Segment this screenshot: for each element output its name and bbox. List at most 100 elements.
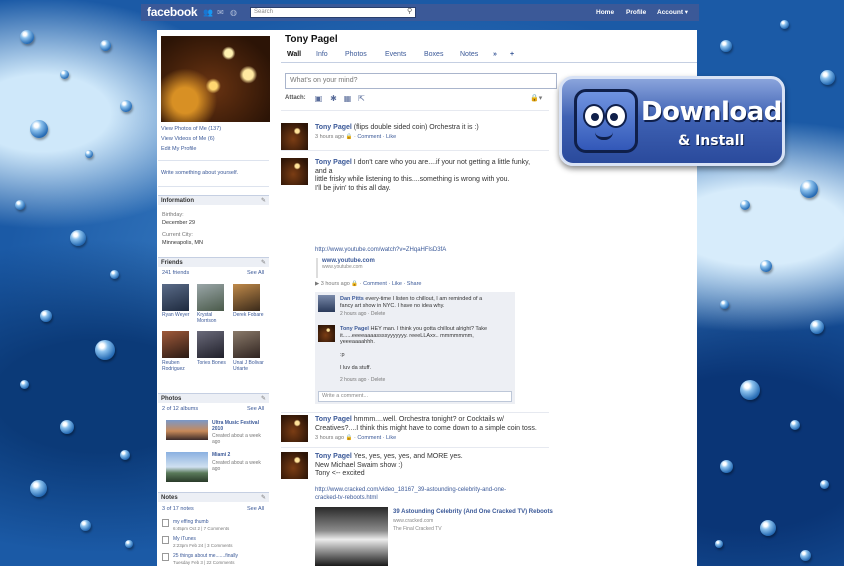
post-avatar[interactable] xyxy=(281,123,308,150)
edit-pencil-icon[interactable]: ✎ xyxy=(261,394,266,404)
post-actions[interactable]: Comment · Like · Share xyxy=(363,281,421,287)
notes-heading: Notes ✎ xyxy=(158,492,269,502)
account-menu[interactable]: Account ▾ xyxy=(657,4,688,21)
edit-profile-link[interactable]: Edit My Profile xyxy=(161,146,196,152)
post-url-link[interactable]: http://www.youtube.com/watch?v=ZHqaHFlsD… xyxy=(315,246,446,255)
divider xyxy=(158,186,269,187)
tab-photos[interactable]: Photos xyxy=(345,51,367,58)
edit-pencil-icon[interactable]: ✎ xyxy=(261,493,266,503)
home-link[interactable]: Home xyxy=(596,4,614,21)
tab-notes[interactable]: Notes xyxy=(460,51,478,58)
photos-count[interactable]: 2 of 12 albums xyxy=(162,406,198,412)
friend-photo[interactable] xyxy=(162,331,189,358)
note-title[interactable]: 25 things about me.......finally xyxy=(173,553,263,559)
attach-photo-icon[interactable]: ▣ xyxy=(314,94,323,103)
friend-photo[interactable] xyxy=(233,284,260,311)
post-url-line[interactable]: http://www.cracked.com/video_18167_39-as… xyxy=(315,487,506,493)
messages-icon[interactable]: ✉ xyxy=(216,8,225,17)
friend-photo[interactable] xyxy=(197,331,224,358)
tab-add[interactable]: + xyxy=(510,51,514,58)
information-heading: Information ✎ xyxy=(158,195,269,205)
download-install-button[interactable]: Download & Install xyxy=(559,76,785,166)
comment-meta[interactable]: 2 hours ago · Delete xyxy=(340,311,385,317)
water-drop xyxy=(85,150,93,158)
profile-picture[interactable] xyxy=(161,36,270,122)
comment-text: it......eeeeaaaassssyyyyyyy. reeeLLAxx..… xyxy=(340,332,474,339)
album-title[interactable]: Miami 2 xyxy=(212,452,262,458)
tab-wall[interactable]: Wall xyxy=(287,51,301,58)
post-time[interactable]: 3 hours ago xyxy=(315,435,344,441)
album-cover[interactable] xyxy=(166,452,208,482)
post-time[interactable]: 3 hours ago xyxy=(321,281,350,287)
post-text: little frisky while listening to this...… xyxy=(315,176,510,183)
friend-photo[interactable] xyxy=(162,284,189,311)
post-url-link[interactable]: http://www.cracked.com/video_18167_39-as… xyxy=(315,487,555,502)
attach-link-icon[interactable]: ⇱ xyxy=(357,94,366,103)
tab-info[interactable]: Info xyxy=(316,51,328,58)
link-preview-title[interactable]: 39 Astounding Celebrity (And One Cracked… xyxy=(393,508,573,517)
post-url-line[interactable]: cracked-tv-reboots.html xyxy=(315,495,378,501)
post-avatar[interactable] xyxy=(281,415,308,442)
comment-avatar[interactable] xyxy=(318,325,335,342)
water-drop xyxy=(110,270,119,279)
friend-name[interactable]: Derek Fobare xyxy=(233,312,265,318)
friend-name[interactable]: Unai J Bolivar Uriarte xyxy=(233,360,265,372)
edit-pencil-icon[interactable]: ✎ xyxy=(261,258,266,268)
note-title[interactable]: My iTunes xyxy=(173,536,263,542)
view-videos-link[interactable]: View Videos of Me (6) xyxy=(161,136,215,142)
post-author[interactable]: Tony Pagel xyxy=(315,124,352,131)
attach-event-icon[interactable]: ▦ xyxy=(343,94,352,103)
comment-author[interactable]: Tony Pagel xyxy=(340,326,369,332)
notes-see-all-link[interactable]: See All xyxy=(247,506,264,512)
attach-video-icon[interactable]: ✱ xyxy=(329,94,338,103)
friend-name[interactable]: Tories Bones xyxy=(197,360,229,366)
water-drop xyxy=(810,320,824,334)
post-author[interactable]: Tony Pagel xyxy=(315,416,352,423)
post-actions[interactable]: Comment · Like xyxy=(357,435,396,441)
friend-photo[interactable] xyxy=(197,284,224,311)
album-cover[interactable] xyxy=(166,420,208,440)
post-author[interactable]: Tony Pagel xyxy=(315,453,352,460)
water-drop xyxy=(40,310,52,322)
friends-see-all-link[interactable]: See All xyxy=(247,270,264,276)
profile-link[interactable]: Profile xyxy=(626,4,646,21)
view-photos-link[interactable]: View Photos of Me (137) xyxy=(161,126,221,132)
comment-author[interactable]: Dan Pitts xyxy=(340,296,364,302)
post-avatar[interactable] xyxy=(281,158,308,185)
edit-pencil-icon[interactable]: ✎ xyxy=(261,196,266,206)
post-author[interactable]: Tony Pagel xyxy=(315,159,352,166)
note-title[interactable]: my effing thumb xyxy=(173,519,263,525)
search-input[interactable]: Search xyxy=(250,7,416,18)
mascot-mouth xyxy=(595,132,613,140)
friend-requests-icon[interactable]: 👥 xyxy=(203,8,213,17)
album-title[interactable]: Ultra Music Festival 2010 xyxy=(212,420,262,432)
privacy-lock-icon[interactable]: 🔒▾ xyxy=(530,94,542,102)
tab-boxes[interactable]: Boxes xyxy=(424,51,443,58)
friend-name[interactable]: Ryan Weyer xyxy=(162,312,194,318)
tab-events[interactable]: Events xyxy=(385,51,406,58)
link-preview-image[interactable] xyxy=(315,507,388,566)
album-meta: Created about a week ago xyxy=(212,433,261,445)
write-comment-input[interactable]: Write a comment... xyxy=(318,391,512,402)
facebook-logo[interactable]: facebook xyxy=(147,4,198,21)
notifications-icon[interactable]: ◍ xyxy=(229,8,238,17)
friend-photo[interactable] xyxy=(233,331,260,358)
water-drop xyxy=(120,100,132,112)
notes-count[interactable]: 3 of 17 notes xyxy=(162,506,194,512)
comment-meta[interactable]: 2 hours ago · Delete xyxy=(340,377,385,383)
friends-count[interactable]: 241 friends xyxy=(162,270,189,276)
mascot-pupil xyxy=(610,113,618,121)
status-composer-input[interactable]: What's on your mind? xyxy=(285,73,557,89)
friend-name[interactable]: Krystal Morrison xyxy=(197,312,229,324)
post-actions[interactable]: Comment · Like xyxy=(357,134,396,140)
post-time[interactable]: 3 hours ago xyxy=(315,134,344,140)
friend-name[interactable]: Reuben Rodriguez xyxy=(162,360,194,372)
post-text: Creatives?....I think this might have to… xyxy=(315,424,537,432)
comment-avatar[interactable] xyxy=(318,295,335,312)
photos-see-all-link[interactable]: See All xyxy=(247,406,264,412)
post-avatar[interactable] xyxy=(281,452,308,479)
post-text: (flips double sided coin) Orchestra it i… xyxy=(353,124,479,131)
write-about-yourself-link[interactable]: Write something about yourself. xyxy=(161,170,238,176)
search-icon[interactable]: ⚲ xyxy=(407,8,415,16)
tab-more[interactable]: » xyxy=(493,51,497,58)
